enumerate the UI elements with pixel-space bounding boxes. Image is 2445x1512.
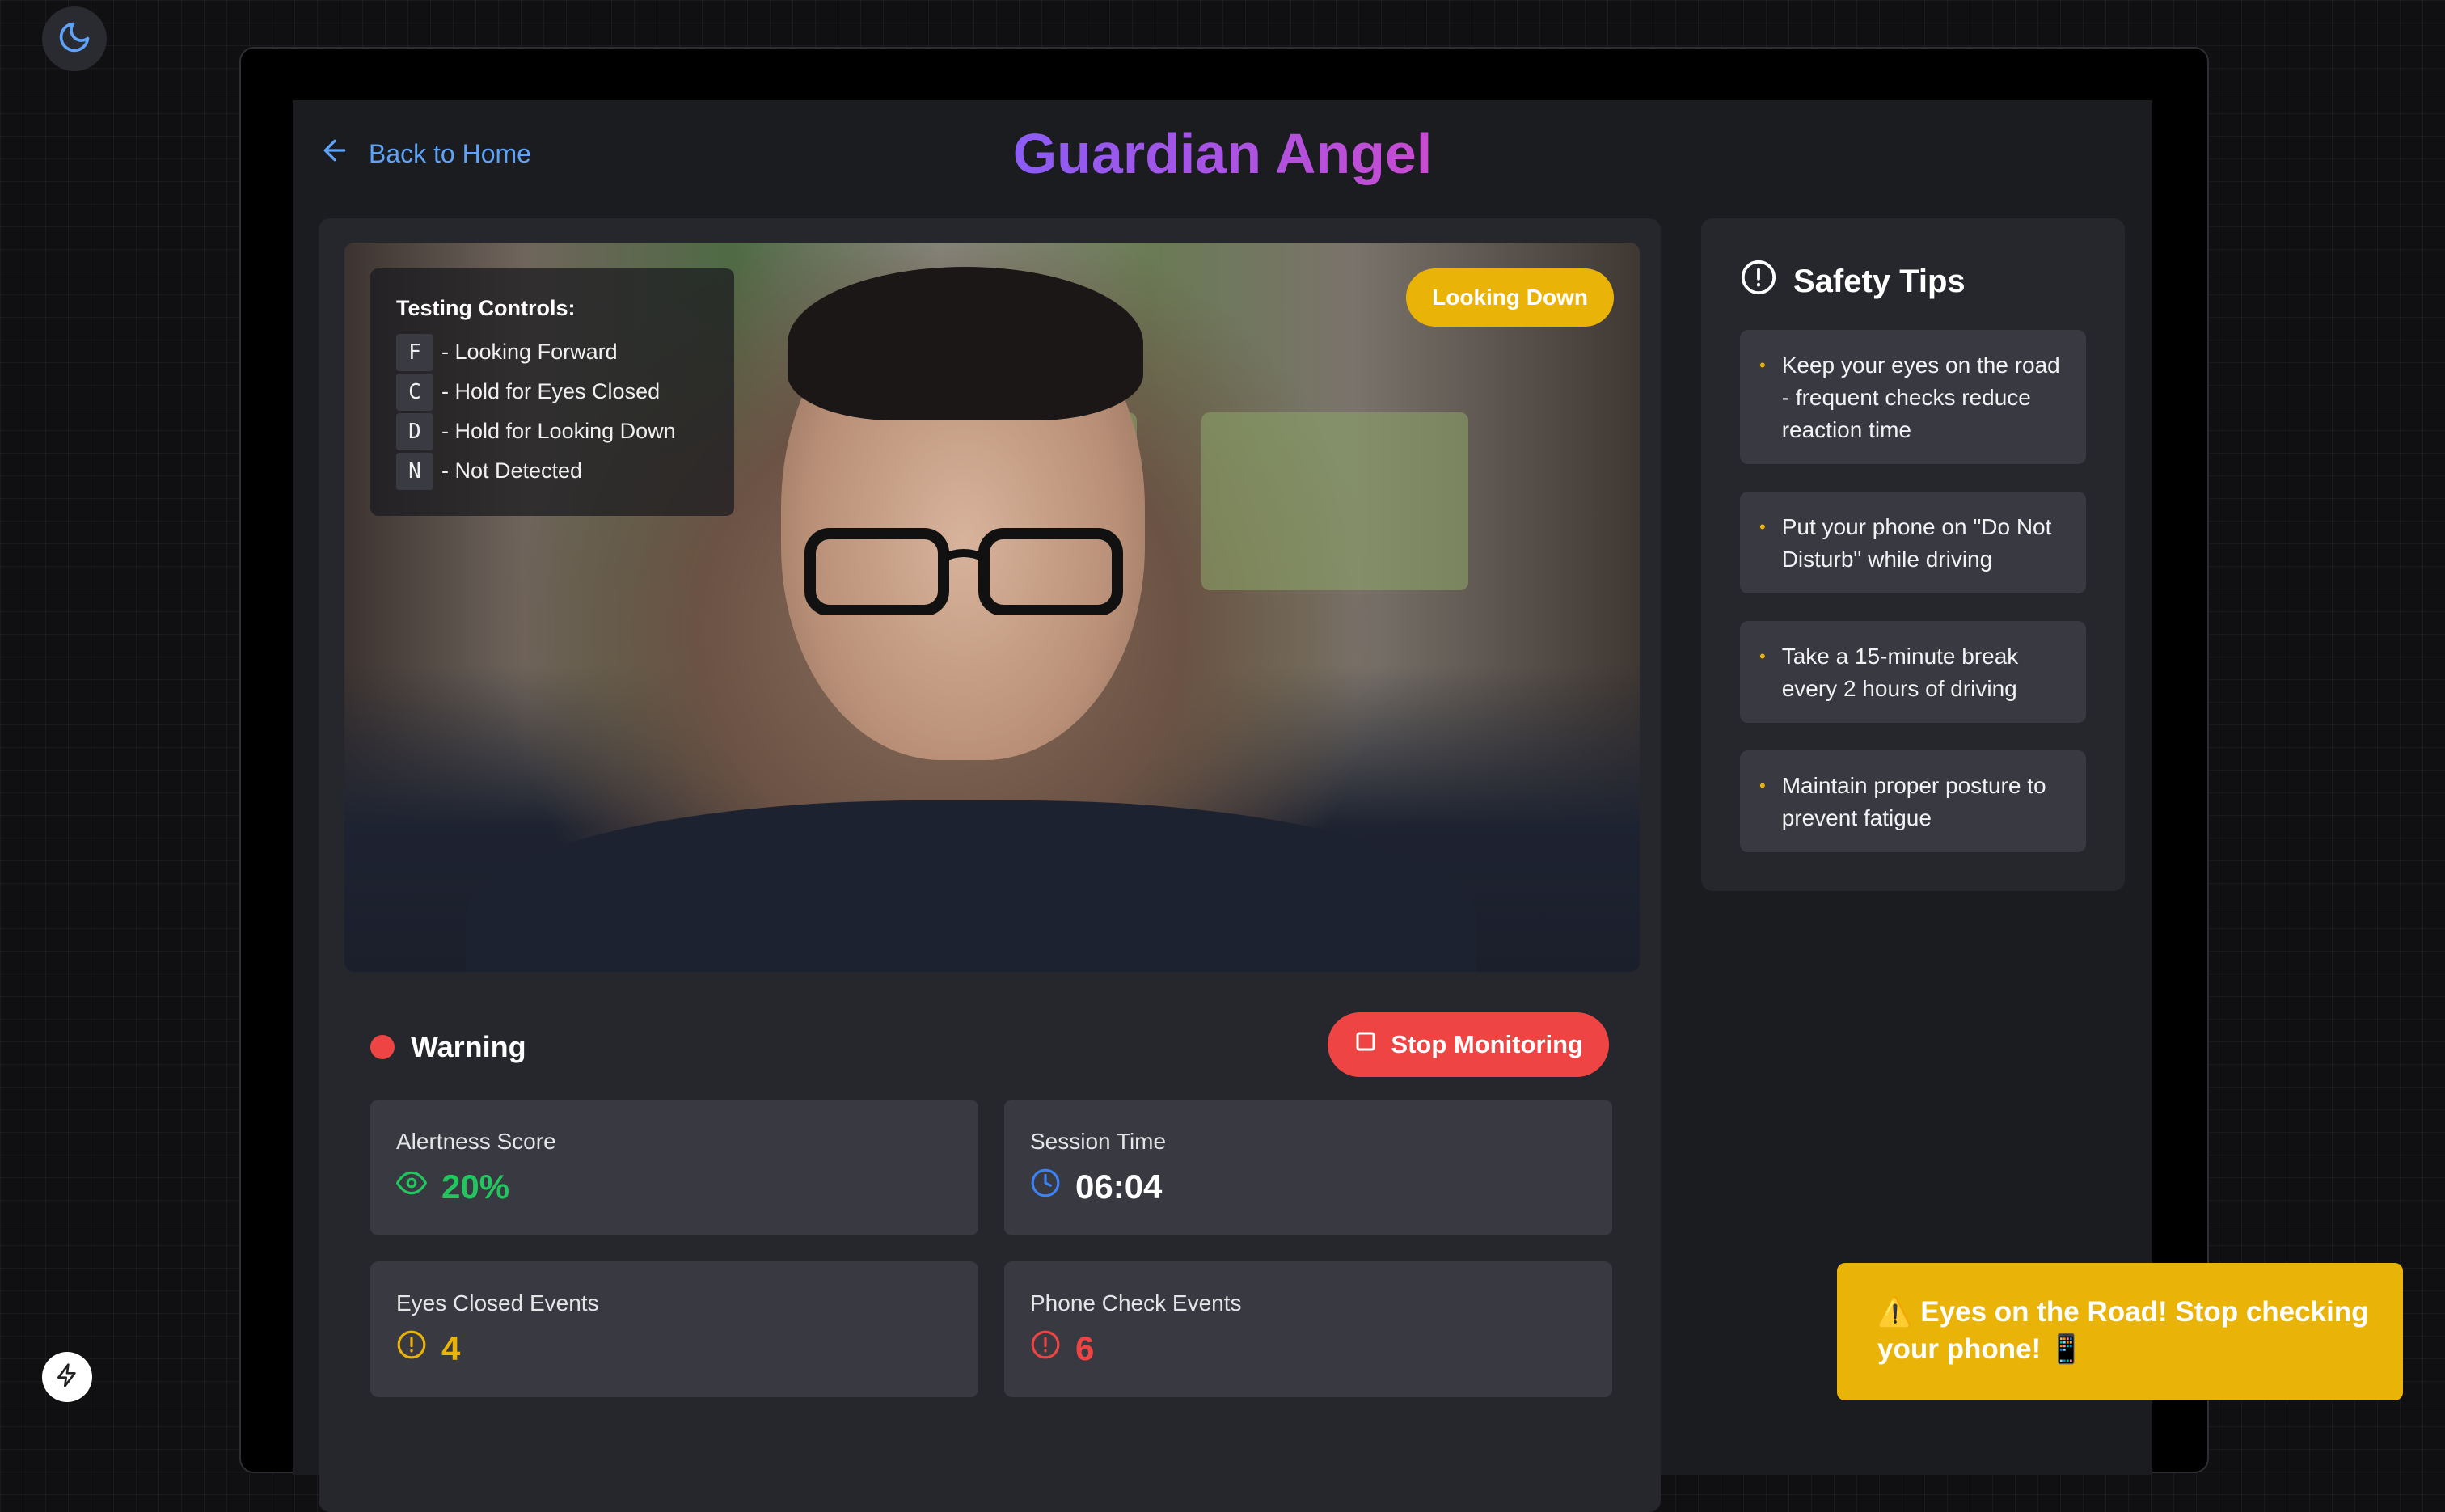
stat-label: Alertness Score — [396, 1129, 556, 1154]
driver-torso — [466, 800, 1476, 972]
tip-item: • Maintain proper posture to prevent fat… — [1740, 750, 2086, 852]
safety-tips-panel: Safety Tips • Keep your eyes on the road… — [1701, 218, 2125, 891]
bullet-icon: • — [1759, 355, 1766, 375]
key-badge: C — [396, 373, 433, 411]
key-badge: N — [396, 452, 433, 490]
alert-circle-icon — [1030, 1329, 1061, 1368]
safety-tips-header: Safety Tips — [1740, 259, 1966, 304]
bullet-icon: • — [1759, 646, 1766, 666]
control-row: F - Looking Forward — [396, 332, 708, 372]
safety-tips-title: Safety Tips — [1793, 263, 1966, 299]
control-row: N - Not Detected — [396, 451, 708, 491]
tip-item: • Keep your eyes on the road - frequent … — [1740, 330, 2086, 464]
bullet-icon: • — [1759, 517, 1766, 537]
tip-text: Keep your eyes on the road - frequent ch… — [1781, 353, 2060, 442]
control-row: D - Hold for Looking Down — [396, 412, 708, 451]
tip-text: Maintain proper posture to prevent fatig… — [1781, 773, 2046, 830]
moon-icon — [57, 19, 92, 59]
stat-value-row: 20% — [396, 1168, 952, 1206]
stop-square-icon — [1353, 1029, 1378, 1060]
tip-text: Take a 15-minute break every 2 hours of … — [1781, 644, 2019, 701]
info-circle-icon — [1740, 259, 1777, 304]
testing-controls-panel: Testing Controls: F - Looking Forward C … — [370, 268, 734, 516]
control-label: - Not Detected — [441, 458, 583, 483]
control-row: C - Hold for Eyes Closed — [396, 372, 708, 412]
eyes-closed-events-card: Eyes Closed Events 4 — [370, 1261, 978, 1397]
quick-action-button[interactable] — [42, 1352, 92, 1402]
alertness-score-value: 20% — [441, 1168, 510, 1206]
stat-label: Eyes Closed Events — [396, 1290, 599, 1316]
camera-feed: Testing Controls: F - Looking Forward C … — [344, 243, 1640, 972]
control-label: - Hold for Looking Down — [441, 419, 676, 443]
stat-label: Phone Check Events — [1030, 1290, 1242, 1316]
tip-item: • Put your phone on "Do Not Disturb" whi… — [1740, 492, 2086, 593]
stop-monitoring-button[interactable]: Stop Monitoring — [1328, 1012, 1609, 1077]
tip-item: • Take a 15-minute break every 2 hours o… — [1740, 621, 2086, 723]
monitor-card: Testing Controls: F - Looking Forward C … — [319, 218, 1661, 1512]
stop-monitoring-label: Stop Monitoring — [1391, 1030, 1583, 1058]
session-time-value: 06:04 — [1075, 1168, 1163, 1206]
status-label: Warning — [411, 1030, 526, 1063]
status-dot-icon — [370, 1035, 395, 1059]
phone-check-events-card: Phone Check Events 6 — [1004, 1261, 1612, 1397]
theme-toggle-button[interactable] — [42, 6, 107, 71]
testing-controls-title: Testing Controls: — [396, 296, 576, 320]
page-title: Guardian Angel — [1012, 122, 1433, 185]
key-badge: D — [396, 412, 433, 450]
glasses-shape — [804, 528, 1123, 615]
stat-value-row: 06:04 — [1030, 1168, 1586, 1206]
session-time-card: Session Time 06:04 — [1004, 1100, 1612, 1235]
driver-hair — [788, 267, 1143, 420]
stat-value-row: 4 — [396, 1329, 952, 1368]
tip-text: Put your phone on "Do Not Disturb" while… — [1781, 514, 2052, 572]
alertness-score-card: Alertness Score 20% — [370, 1100, 978, 1235]
control-label: - Looking Forward — [441, 340, 618, 364]
bolt-icon — [54, 1362, 80, 1392]
clock-icon — [1030, 1168, 1061, 1206]
stat-label: Session Time — [1030, 1129, 1167, 1154]
stat-value-row: 6 — [1030, 1329, 1586, 1368]
alert-circle-icon — [396, 1329, 427, 1368]
gaze-status-badge: Looking Down — [1406, 268, 1614, 327]
bullet-icon: • — [1759, 775, 1766, 796]
monitoring-status: Warning — [370, 1030, 526, 1064]
control-label: - Hold for Eyes Closed — [441, 379, 661, 403]
eyes-closed-count: 4 — [441, 1329, 461, 1367]
phone-check-count: 6 — [1075, 1329, 1095, 1367]
key-badge: F — [396, 333, 433, 371]
distraction-alert-toast: ⚠️ Eyes on the Road! Stop checking your … — [1837, 1263, 2403, 1400]
eye-icon — [396, 1168, 427, 1206]
side-window — [1201, 412, 1468, 590]
